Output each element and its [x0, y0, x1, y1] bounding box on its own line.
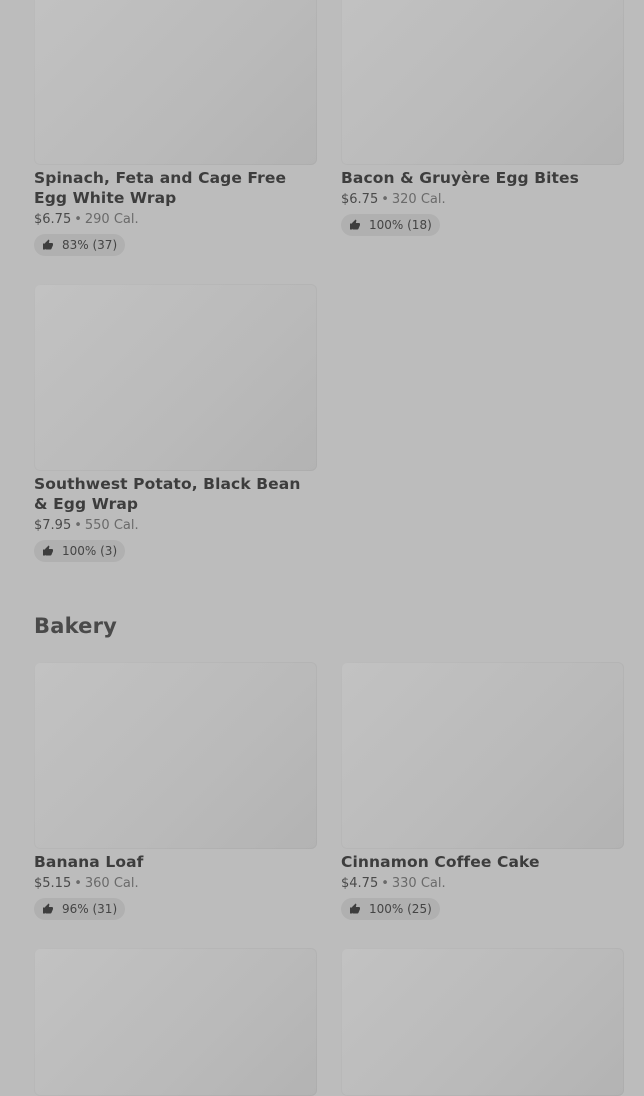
rating-value: 96% (31) [62, 902, 118, 916]
rating-badge: 96% (31) [34, 898, 126, 920]
separator: • [74, 518, 82, 533]
thumbs-up-icon [43, 903, 53, 914]
item-image[interactable] [34, 948, 317, 1096]
item-image[interactable] [34, 284, 317, 471]
menu-item-card[interactable]: Southwest Potato, Black Bean & Egg Wrap … [34, 284, 317, 562]
menu-item-card[interactable]: Spinach, Feta and Cage Free Egg White Wr… [34, 0, 317, 256]
item-price: $6.75 [341, 192, 379, 207]
section-title-bakery: Bakery [34, 614, 118, 638]
item-meta: $4.75 • 330 Cal. [341, 875, 624, 892]
rating-value: 100% (3) [62, 544, 118, 558]
item-calories: 320 Cal. [391, 192, 446, 207]
item-calories: 360 Cal. [84, 876, 139, 891]
menu-item-card[interactable]: Cinnamon Coffee Cake $4.75 • 330 Cal. 100%… [341, 662, 624, 920]
rating-value: 100% (25) [369, 902, 432, 916]
item-price: $6.75 [34, 212, 72, 227]
item-price: $7.95 [34, 518, 72, 533]
menu-item-card[interactable]: Bacon & Gruyère Egg Bites $6.75 • 320 Cal.… [341, 0, 624, 236]
item-meta: $7.95 • 550 Cal. [34, 517, 317, 534]
item-image[interactable] [341, 662, 624, 849]
item-image[interactable] [34, 0, 317, 165]
rating-badge: 100% (18) [341, 214, 440, 236]
item-price: $4.75 [341, 876, 379, 891]
item-price: $5.15 [34, 876, 72, 891]
menu-item-card[interactable] [34, 948, 317, 1096]
menu-item-card[interactable] [341, 948, 624, 1096]
rating-badge: 100% (3) [34, 540, 126, 562]
item-image[interactable] [341, 948, 624, 1096]
separator: • [74, 876, 82, 891]
item-meta: $6.75 • 290 Cal. [34, 211, 317, 228]
rating-value: 100% (18) [369, 218, 432, 232]
item-image[interactable] [341, 0, 624, 165]
thumbs-up-icon [43, 545, 53, 556]
item-image[interactable] [34, 662, 317, 849]
item-name: Banana Loaf [34, 853, 144, 871]
separator: • [74, 212, 82, 227]
separator: • [381, 192, 389, 207]
item-calories: 330 Cal. [391, 876, 446, 891]
thumbs-up-icon [350, 903, 360, 914]
item-meta: $6.75 • 320 Cal. [341, 191, 624, 208]
rating-badge: 83% (37) [34, 234, 126, 256]
item-meta: $5.15 • 360 Cal. [34, 875, 317, 892]
rating-value: 83% (37) [62, 238, 118, 252]
item-calories: 290 Cal. [84, 212, 139, 227]
item-name: Bacon & Gruyère Egg Bites [341, 169, 579, 187]
rating-badge: 100% (25) [341, 898, 440, 920]
item-name: Southwest Potato, Black Bean & Egg Wrap [34, 475, 301, 513]
item-calories: 550 Cal. [84, 518, 139, 533]
item-name: Spinach, Feta and Cage Free Egg White Wr… [34, 169, 287, 207]
menu-item-card[interactable]: Banana Loaf $5.15 • 360 Cal. 96% (31) [34, 662, 317, 920]
separator: • [381, 876, 389, 891]
thumbs-up-icon [350, 219, 360, 230]
item-name: Cinnamon Coffee Cake [341, 853, 540, 871]
thumbs-up-icon [43, 239, 53, 250]
